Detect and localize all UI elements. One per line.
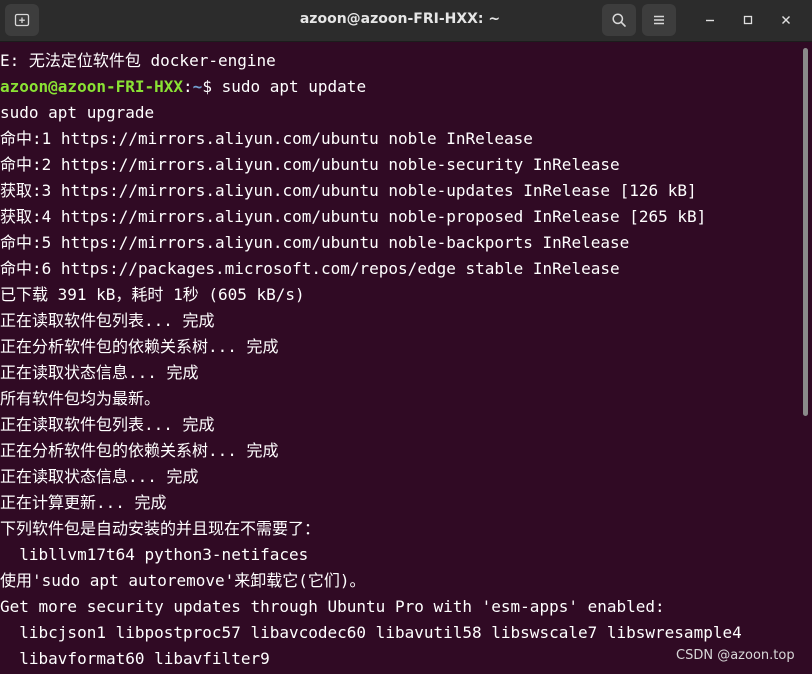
search-icon: [612, 13, 626, 27]
terminal-line: 正在读取状态信息... 完成: [0, 467, 199, 486]
terminal-line: 正在读取软件包列表... 完成: [0, 415, 215, 434]
terminal-line: 使用'sudo apt autoremove'来卸载它(它们)。: [0, 571, 366, 590]
terminal-line: libcjson1 libpostproc57 libavcodec60 lib…: [0, 623, 742, 642]
window-title: azoon@azoon-FRI-HXX: ~: [299, 11, 501, 27]
watermark: CSDN @azoon.top: [676, 648, 795, 663]
prompt-path: ~: [192, 77, 203, 96]
terminal-line: 正在分析软件包的依赖关系树... 完成: [0, 337, 279, 356]
terminal-line: 命中:1 https://mirrors.aliyun.com/ubuntu n…: [0, 129, 533, 148]
terminal-line: E: 无法定位软件包 docker-engine: [0, 51, 276, 70]
terminal-line: 命中:6 https://packages.microsoft.com/repo…: [0, 259, 620, 278]
terminal-line: 命中:5 https://mirrors.aliyun.com/ubuntu n…: [0, 233, 630, 252]
terminal-window: azoon@azoon-FRI-HXX: ~ E: 无法定位软件包 docker…: [0, 0, 812, 674]
terminal-line: 获取:4 https://mirrors.aliyun.com/ubuntu n…: [0, 207, 707, 226]
hamburger-menu-icon: [654, 15, 664, 25]
terminal-line: 下列软件包是自动安装的并且现在不需要了：: [0, 519, 321, 538]
maximize-icon: [743, 15, 753, 25]
terminal-line: Get more security updates through Ubuntu…: [0, 597, 665, 616]
prompt-command: sudo apt update: [221, 77, 367, 96]
terminal-line: 正在分析软件包的依赖关系树... 完成: [0, 441, 279, 460]
menu-button[interactable]: [642, 4, 676, 36]
title-bar: azoon@azoon-FRI-HXX: ~: [0, 0, 812, 42]
close-button[interactable]: [772, 6, 800, 34]
new-tab-icon: [14, 13, 30, 27]
prompt-separator: :: [183, 77, 193, 96]
terminal-line: 正在读取状态信息... 完成: [0, 363, 199, 382]
terminal-line: 正在计算更新... 完成: [0, 493, 167, 512]
terminal-line: libllvm17t64 python3-netifaces: [0, 545, 309, 564]
terminal-line: 已下载 391 kB，耗时 1秒 (605 kB/s): [0, 285, 305, 304]
new-tab-button[interactable]: [5, 4, 39, 36]
maximize-button[interactable]: [734, 6, 762, 34]
terminal-output[interactable]: E: 无法定位软件包 docker-engine azoon@azoon-FRI…: [0, 42, 800, 674]
prompt-symbol: $: [202, 77, 222, 96]
terminal-line: 正在读取软件包列表... 完成: [0, 311, 215, 330]
search-button[interactable]: [602, 4, 636, 36]
terminal-line: 所有软件包均为最新。: [0, 389, 161, 408]
minimize-icon: [706, 19, 714, 22]
minimize-button[interactable]: [696, 6, 724, 34]
terminal-line: 获取:3 https://mirrors.aliyun.com/ubuntu n…: [0, 181, 697, 200]
terminal-line: sudo apt upgrade: [0, 103, 155, 122]
prompt-line: azoon@azoon-FRI-HXX:~$ sudo apt update: [0, 74, 366, 100]
prompt-user-host: azoon@azoon-FRI-HXX: [0, 77, 184, 96]
close-icon: [782, 16, 790, 24]
terminal-line: libavformat60 libavfilter9: [0, 649, 270, 668]
terminal-scrollbar[interactable]: [803, 48, 808, 416]
terminal-line: 命中:2 https://mirrors.aliyun.com/ubuntu n…: [0, 155, 620, 174]
